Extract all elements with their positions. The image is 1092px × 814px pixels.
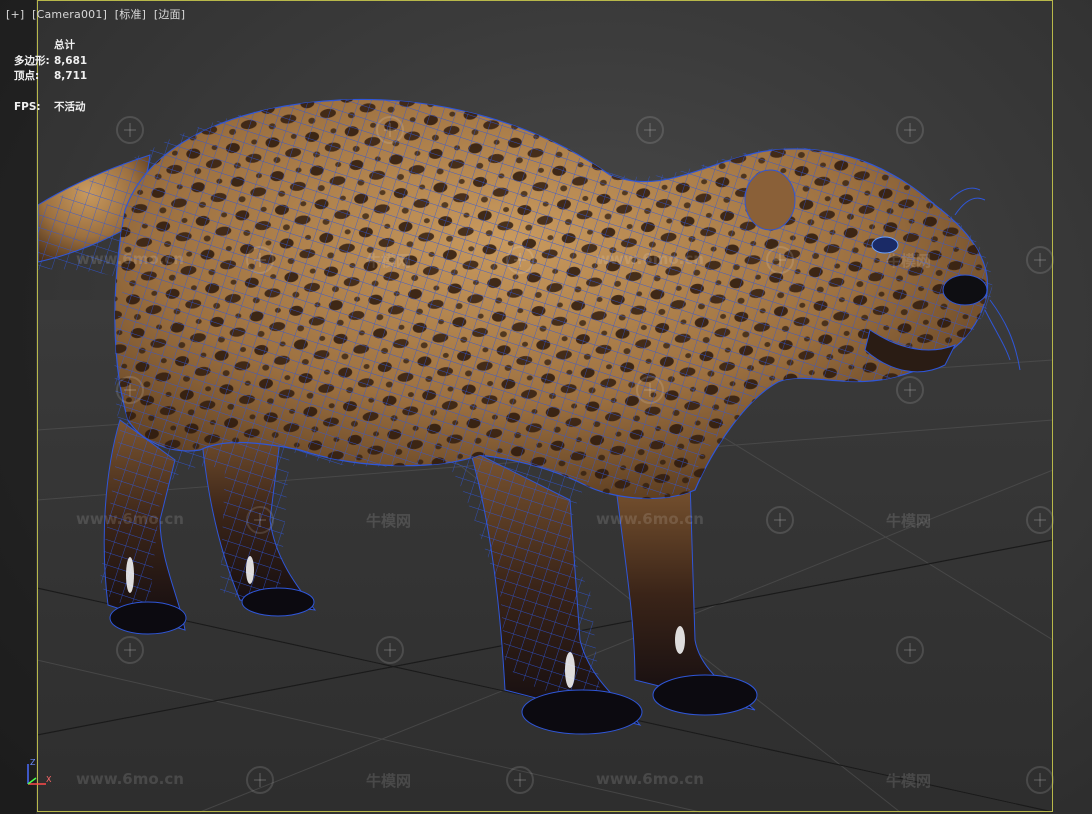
stats-vertices-value: 8,711: [54, 70, 88, 82]
stats-fps-label: FPS:: [14, 101, 41, 113]
gizmo-z-label: Z: [30, 758, 36, 767]
watermark-logo-icon: [506, 246, 534, 274]
stats-vertices-label: 顶点:: [14, 70, 40, 82]
watermark-url: www.6mo.cn: [76, 770, 184, 788]
watermark-logo-icon: [1026, 506, 1054, 534]
stats-polygons-label: 多边形:: [14, 54, 50, 67]
watermark-logo-icon: [766, 246, 794, 274]
watermark-logo-icon: [1026, 246, 1054, 274]
watermark-brand: 牛模网: [366, 252, 412, 270]
watermark-url: www.6mo.cn: [76, 250, 184, 268]
watermark-logo-icon: [116, 636, 144, 664]
stats-polygons-value: 8,681: [54, 54, 88, 67]
viewport-display-mode-label[interactable]: [边面]: [154, 8, 185, 21]
left-edge-panel: [0, 0, 36, 814]
ear: [744, 169, 796, 231]
watermark-url: www.6mo.cn: [76, 510, 184, 528]
viewport-shading-label[interactable]: [标准]: [115, 8, 146, 21]
watermark-logo-icon: [896, 636, 924, 664]
watermark-brand: 牛模网: [366, 772, 412, 790]
watermark-logo-icon: [376, 636, 404, 664]
watermark-brand: 牛模网: [886, 772, 932, 790]
watermark-url: www.6mo.cn: [596, 510, 704, 528]
watermark-logo-icon: [246, 506, 274, 534]
viewport-menu-button[interactable]: [+]: [6, 8, 24, 21]
watermark-logo-icon: [376, 116, 404, 144]
stats-fps-value: 不活动: [54, 101, 86, 113]
watermark-logo-icon: [636, 376, 664, 404]
nose: [942, 274, 988, 306]
watermark-brand: 牛模网: [366, 512, 412, 530]
watermark-logo-icon: [116, 376, 144, 404]
watermark-logo-icon: [636, 116, 664, 144]
viewport-camera001[interactable]: www.6mo.cn www.6mo.cn www.6mo.cn www.6mo…: [0, 0, 1092, 814]
watermark-url: www.6mo.cn: [596, 770, 704, 788]
watermark-logo-icon: [246, 766, 274, 794]
watermark-logo-icon: [896, 116, 924, 144]
axis-gizmo-icon: Z X: [27, 758, 52, 785]
stats-total-header: 总计: [54, 39, 75, 51]
scene-render: [36, 98, 1054, 813]
watermark-logo-icon: [766, 506, 794, 534]
watermark-logo-icon: [246, 246, 274, 274]
watermark-url: www.6mo.cn: [596, 250, 704, 268]
viewport-label-bar: [+] [Camera001] [标准] [边面]: [6, 6, 189, 22]
watermark-logo-icon: [896, 376, 924, 404]
watermark-brand: 牛模网: [886, 252, 932, 270]
watermark-logo-icon: [506, 766, 534, 794]
watermark-brand: 牛模网: [886, 512, 932, 530]
gizmo-x-label: X: [46, 775, 52, 784]
watermark-logo-icon: [1026, 766, 1054, 794]
viewport-camera-label[interactable]: [Camera001]: [32, 8, 107, 21]
watermark-logo-icon: [116, 116, 144, 144]
